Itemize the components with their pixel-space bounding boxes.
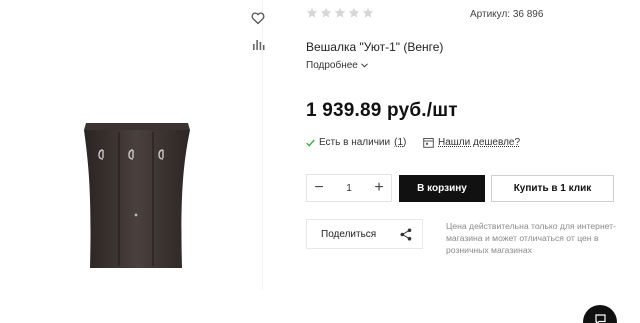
chat-button[interactable]: [583, 305, 617, 323]
star-icon[interactable]: [320, 7, 332, 19]
star-icon[interactable]: [334, 7, 346, 19]
share-button[interactable]: Поделиться: [306, 219, 423, 249]
check-icon: [306, 139, 315, 147]
buy-one-click-button[interactable]: Купить в 1 клик: [491, 175, 614, 202]
stock-label: Есть в наличии: [319, 137, 391, 148]
heart-icon[interactable]: [250, 10, 266, 26]
star-icon[interactable]: [362, 7, 374, 19]
quantity-stepper: − 1 +: [306, 174, 392, 202]
decrement-button[interactable]: −: [307, 175, 331, 201]
share-icon: [400, 228, 412, 241]
increment-button[interactable]: +: [367, 175, 391, 201]
add-to-cart-button[interactable]: В корзину: [399, 175, 485, 202]
bar-chart-icon[interactable]: [250, 37, 266, 53]
star-icon[interactable]: [306, 7, 318, 19]
stock-status: Есть в наличии (1): [306, 137, 406, 148]
calendar-tag-icon: [423, 138, 434, 148]
quantity-value[interactable]: 1: [334, 183, 364, 194]
chat-icon: [594, 314, 606, 323]
product-title: Вешалка "Уют-1" (Венге): [306, 40, 444, 54]
found-cheaper-link[interactable]: Нашли дешевле?: [423, 137, 520, 148]
sku: Артикул: 36 896: [470, 9, 543, 20]
more-link[interactable]: Подробнее: [306, 60, 368, 71]
product-image[interactable]: [76, 120, 194, 270]
more-label: Подробнее: [306, 60, 358, 71]
sku-label: Артикул:: [470, 9, 511, 20]
found-cheaper-label: Нашли дешевле?: [438, 137, 521, 148]
rating-stars[interactable]: [306, 7, 374, 19]
price: 1 939.89 руб./шт: [306, 100, 458, 121]
price-note: Цена действительна только для интернет-м…: [446, 221, 616, 256]
star-icon[interactable]: [348, 7, 360, 19]
sku-value: 36 896: [512, 9, 544, 20]
stock-count[interactable]: (1): [394, 137, 406, 148]
share-label: Поделиться: [321, 228, 377, 240]
chevron-down-icon: [361, 63, 368, 68]
